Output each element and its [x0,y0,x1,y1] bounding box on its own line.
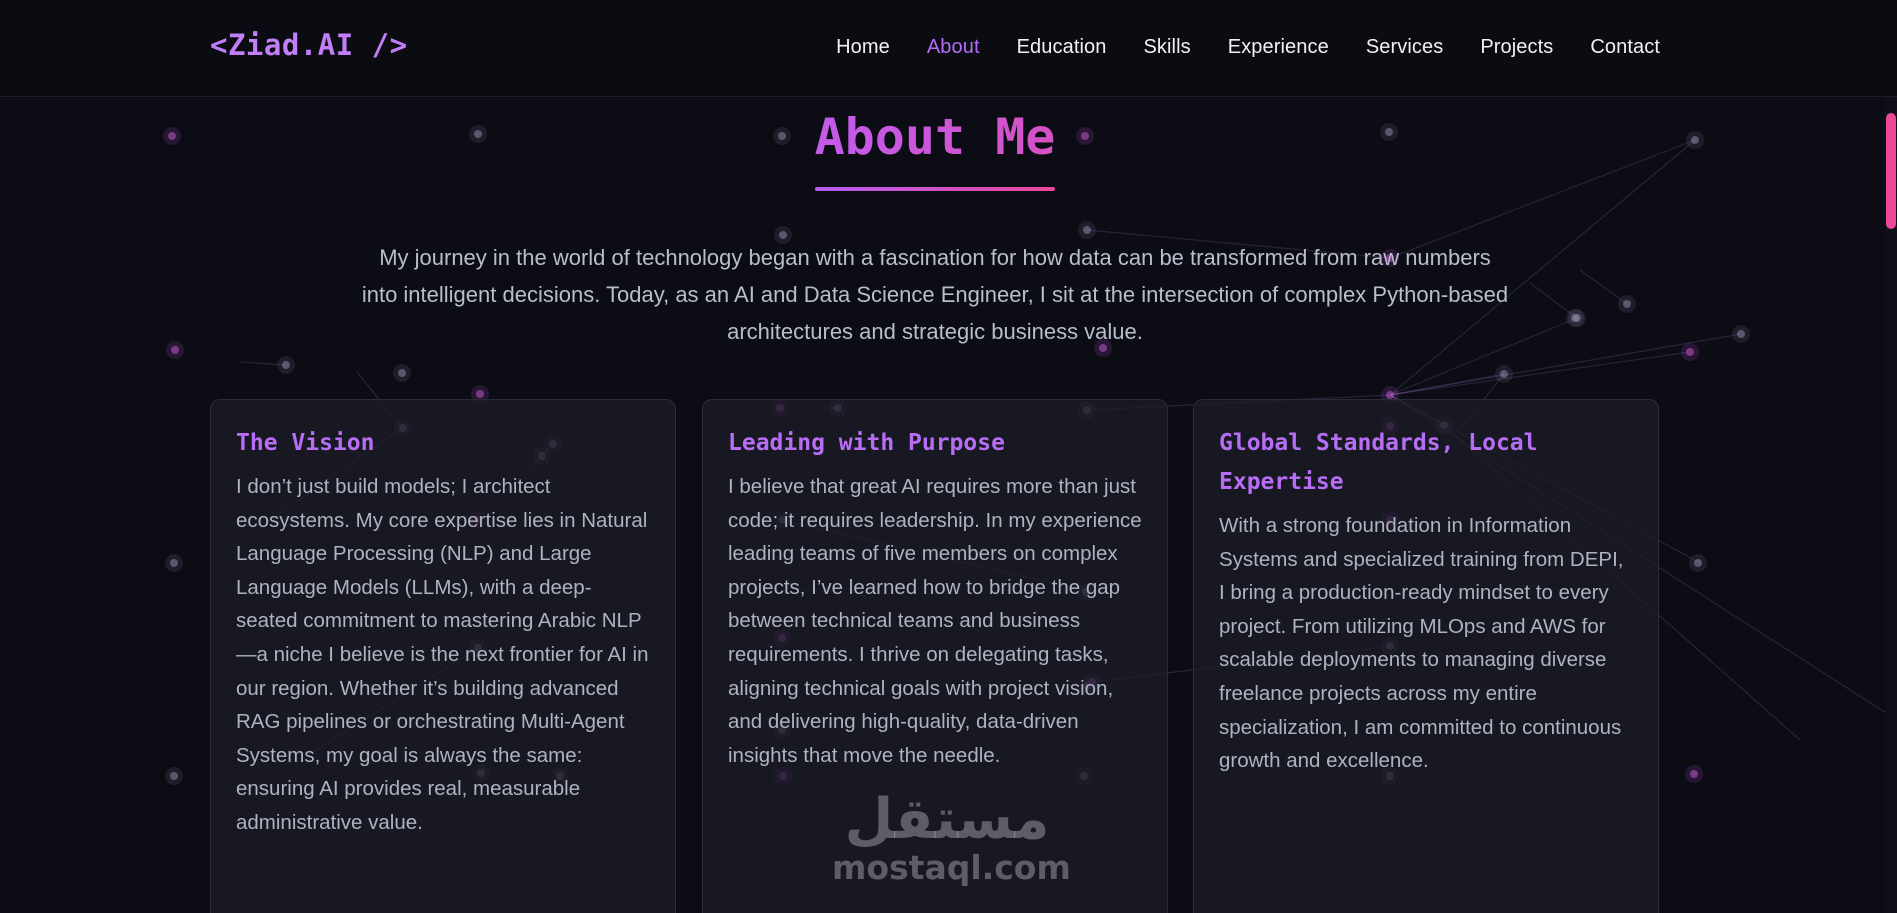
particle-dot [170,559,178,567]
particle-dot [779,231,787,239]
particle-dot [1694,559,1702,567]
particle-dot [171,346,179,354]
particle-dot [476,390,484,398]
watermark-arabic: مستقل [844,787,1050,852]
card-vision: The Vision I don’t just build models; I … [210,399,676,913]
nav-skills[interactable]: Skills [1143,36,1190,59]
nav-projects[interactable]: Projects [1480,36,1553,59]
card-global: Global Standards, Local Expertise With a… [1193,399,1659,913]
card-text: With a strong foundation in Information … [1219,514,1624,773]
particle-dot [1623,300,1631,308]
page-scrollbar-thumb[interactable] [1886,113,1896,229]
title-underline [815,187,1055,191]
navbar: <Ziad.AI /> Home About Education Skills … [0,0,1897,97]
particle-dot [1737,330,1745,338]
card-text: I believe that great AI requires more th… [728,475,1142,767]
particle-dot [282,361,290,369]
particle-dot [1571,314,1579,322]
particle-dot [1690,770,1698,778]
nav-education[interactable]: Education [1017,36,1107,59]
about-intro: My journey in the world of technology be… [361,245,1509,344]
nav-home[interactable]: Home [836,36,890,59]
card-title: Leading with Purpose [728,430,1005,456]
watermark-latin: mostaql.com [832,848,1071,887]
particle-dot [1686,348,1694,356]
site-logo[interactable]: <Ziad.AI /> [210,28,408,62]
card-text: I don’t just build models; I architect e… [236,475,649,834]
nav-contact[interactable]: Contact [1590,36,1660,59]
mostaql-watermark: مستقل mostaql.com [832,787,1071,900]
main-nav: Home About Education Skills Experience S… [799,36,1660,59]
section-title: About Me [0,108,1870,166]
particle-dot [1386,391,1394,399]
nav-experience[interactable]: Experience [1228,36,1329,59]
card-title: Global Standards, Local Expertise [1219,430,1538,495]
card-title: The Vision [236,430,375,456]
particle-dot [398,369,406,377]
nav-services[interactable]: Services [1366,36,1444,59]
particle-dot [1500,370,1508,378]
particle-dot [1083,226,1091,234]
nav-about[interactable]: About [927,36,980,59]
particle-dot [170,772,178,780]
